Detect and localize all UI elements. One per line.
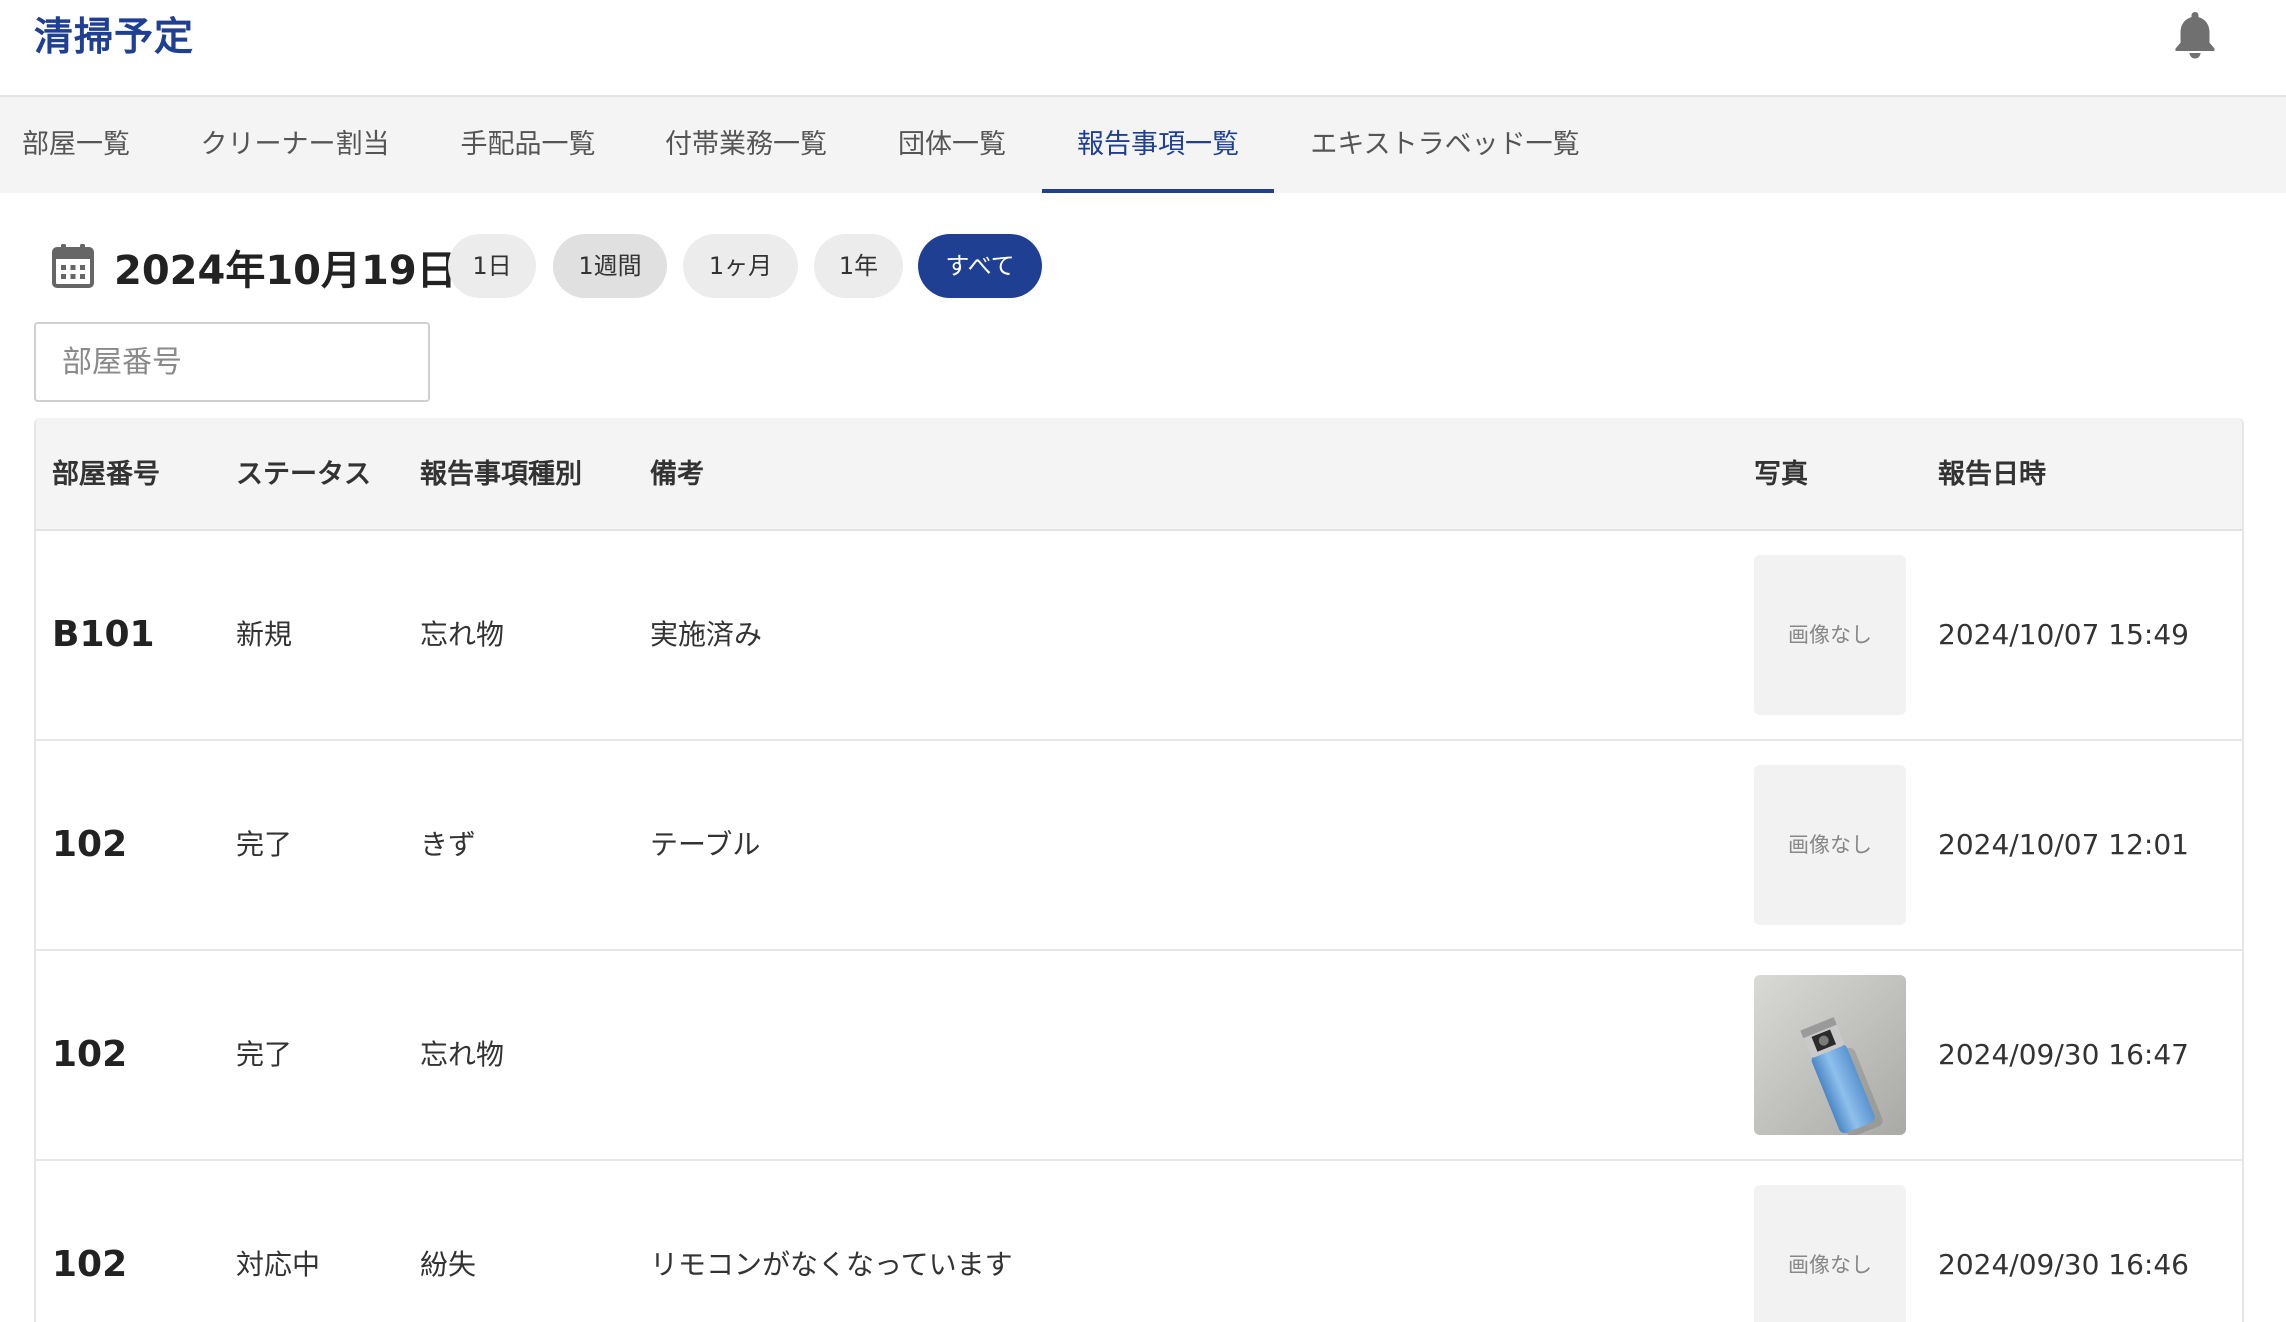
photo-placeholder: 画像なし xyxy=(1754,1185,1906,1322)
room-number: 102 xyxy=(52,824,128,865)
room-number: 102 xyxy=(52,1034,128,1075)
status: 対応中 xyxy=(236,1248,321,1281)
table-header: 部屋番号 ステータス 報告事項種別 備考 写真 報告日時 xyxy=(36,418,2242,531)
report-type: 忘れ物 xyxy=(420,1038,505,1071)
bell-icon[interactable] xyxy=(2170,8,2220,60)
room-number: 102 xyxy=(52,1244,128,1285)
reports-table: 部屋番号 ステータス 報告事項種別 備考 写真 報告日時 B101 新規 忘れ物… xyxy=(34,418,2244,1322)
header-room-number[interactable]: 部屋番号 xyxy=(52,418,160,531)
table-row[interactable]: 102 対応中 紛失 リモコンがなくなっています 画像なし 2024/09/30… xyxy=(36,1161,2242,1322)
tab-cleaner-assign[interactable]: クリーナー割当 xyxy=(175,97,415,193)
tab-extra-beds[interactable]: エキストラベッド一覧 xyxy=(1290,97,1600,193)
report-datetime: 2024/10/07 12:01 xyxy=(1938,828,2189,861)
note: テーブル xyxy=(650,828,761,861)
tab-extra-tasks[interactable]: 付帯業務一覧 xyxy=(640,97,852,193)
range-1year-button[interactable]: 1年 xyxy=(814,234,903,298)
range-1day-button[interactable]: 1日 xyxy=(448,234,536,298)
no-image-label: 画像なし xyxy=(1788,833,1872,857)
range-all-button[interactable]: すべて xyxy=(918,234,1042,298)
status: 新規 xyxy=(236,618,293,651)
status: 完了 xyxy=(236,828,293,861)
status: 完了 xyxy=(236,1038,293,1071)
photo-placeholder: 画像なし xyxy=(1754,765,1906,925)
photo-placeholder: 画像なし xyxy=(1754,555,1906,715)
report-type: 忘れ物 xyxy=(420,618,505,651)
tab-groups[interactable]: 団体一覧 xyxy=(872,97,1032,193)
table-row[interactable]: B101 新規 忘れ物 実施済み 画像なし 2024/10/07 15:49 xyxy=(36,531,2242,741)
header-note[interactable]: 備考 xyxy=(650,418,704,531)
table-row[interactable]: 102 完了 忘れ物 2024/09/30 16:47 xyxy=(36,951,2242,1161)
no-image-label: 画像なし xyxy=(1788,623,1872,647)
report-datetime: 2024/09/30 16:46 xyxy=(1938,1248,2189,1281)
header-report-datetime[interactable]: 報告日時 xyxy=(1938,418,2046,531)
header-status[interactable]: ステータス xyxy=(236,418,371,531)
room-number-search-input[interactable] xyxy=(34,322,430,402)
app-header: 清掃予定 xyxy=(0,0,2286,97)
header-photo: 写真 xyxy=(1754,459,1808,490)
report-type: 紛失 xyxy=(420,1248,477,1281)
report-datetime: 2024/09/30 16:47 xyxy=(1938,1038,2189,1071)
room-number: B101 xyxy=(52,614,155,655)
calendar-icon[interactable] xyxy=(52,244,94,288)
no-image-label: 画像なし xyxy=(1788,1253,1872,1277)
report-datetime: 2024/10/07 15:49 xyxy=(1938,618,2189,651)
app-title: 清掃予定 xyxy=(34,15,195,60)
range-1month-button[interactable]: 1ヶ月 xyxy=(683,234,798,298)
current-date[interactable]: 2024年10月19日 xyxy=(114,238,457,296)
lighter-photo[interactable] xyxy=(1754,975,1906,1135)
header-report-type[interactable]: 報告事項種別 xyxy=(420,418,582,531)
tab-rooms[interactable]: 部屋一覧 xyxy=(0,97,152,193)
tab-reports[interactable]: 報告事項一覧 xyxy=(1042,97,1274,193)
tab-arranged-items[interactable]: 手配品一覧 xyxy=(436,97,620,193)
note: リモコンがなくなっています xyxy=(650,1248,1013,1281)
note: 実施済み xyxy=(650,618,763,651)
table-row[interactable]: 102 完了 きず テーブル 画像なし 2024/10/07 12:01 xyxy=(36,741,2242,951)
report-type: きず xyxy=(420,828,477,861)
lighter-photo-image xyxy=(1754,975,1906,1135)
range-1week-button[interactable]: 1週間 xyxy=(553,234,667,298)
nav-tabs: 部屋一覧 クリーナー割当 手配品一覧 付帯業務一覧 団体一覧 報告事項一覧 エキ… xyxy=(0,97,2286,193)
